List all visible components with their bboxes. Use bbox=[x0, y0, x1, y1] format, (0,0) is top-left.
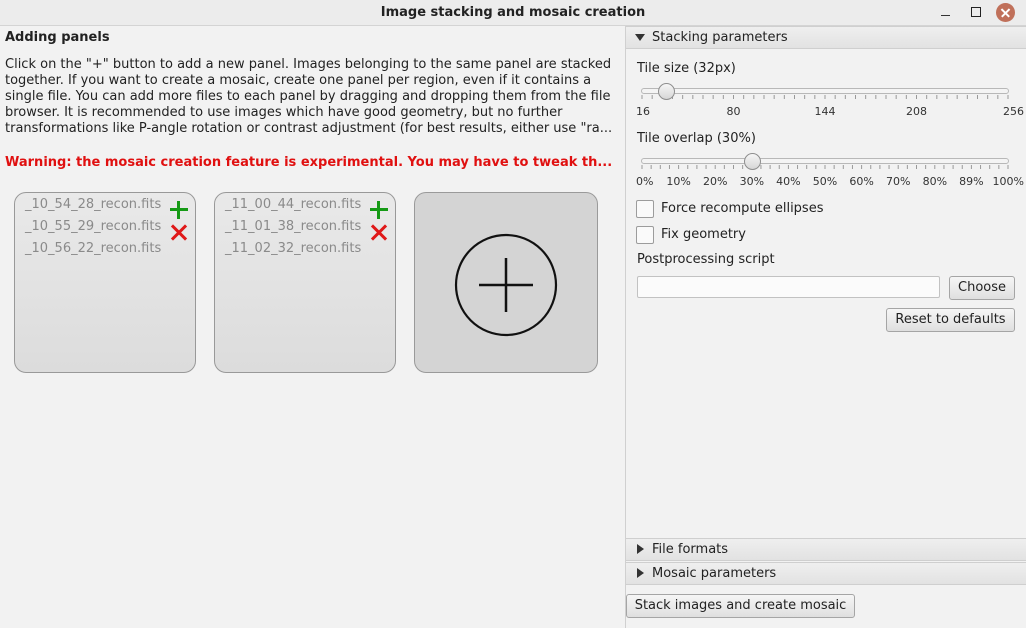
stack-images-button[interactable]: Stack images and create mosaic bbox=[626, 594, 855, 618]
parameters-pane: Stacking parameters Tile size (32px) 16 … bbox=[625, 26, 1026, 628]
tick-label: 0% bbox=[636, 175, 654, 188]
remove-panel-icon[interactable] bbox=[370, 224, 388, 242]
tick-label: 60% bbox=[849, 175, 874, 188]
tile-overlap-ticks bbox=[641, 165, 1009, 169]
postprocessing-script-input[interactable] bbox=[637, 276, 940, 298]
force-recompute-ellipses-label: Force recompute ellipses bbox=[661, 201, 824, 216]
description-text: Click on the "+" button to add a new pan… bbox=[5, 57, 613, 136]
tick-label: 40% bbox=[776, 175, 801, 188]
warning-text: Warning: the mosaic creation feature is … bbox=[5, 155, 613, 170]
file-item[interactable]: _11_01_38_recon.fits bbox=[225, 219, 361, 234]
close-button[interactable] bbox=[996, 3, 1015, 22]
tick-label: 80% bbox=[922, 175, 948, 188]
file-item[interactable]: _10_54_28_recon.fits bbox=[25, 197, 161, 212]
file-formats-label: File formats bbox=[652, 542, 729, 557]
mosaic-parameters-header[interactable]: Mosaic parameters bbox=[626, 562, 1026, 585]
tick-label: 208 bbox=[906, 105, 927, 118]
chevron-right-icon bbox=[637, 568, 644, 578]
window-title: Image stacking and mosaic creation bbox=[380, 5, 646, 20]
chevron-down-icon bbox=[635, 34, 645, 41]
add-file-icon[interactable] bbox=[170, 201, 188, 219]
postprocessing-script-label: Postprocessing script bbox=[637, 252, 775, 267]
stacking-parameters-label: Stacking parameters bbox=[652, 30, 788, 45]
tile-size-label: Tile size (32px) bbox=[637, 61, 736, 76]
reset-to-defaults-button[interactable]: Reset to defaults bbox=[886, 308, 1015, 332]
tick-label: 16 bbox=[636, 105, 650, 118]
tick-label: 256 bbox=[1003, 105, 1024, 118]
tick-label: 20% bbox=[702, 175, 728, 188]
tick-label: 50% bbox=[812, 175, 838, 188]
title-bar: Image stacking and mosaic creation bbox=[0, 0, 1026, 26]
image-panel-2[interactable]: _11_00_44_recon.fits _11_01_38_recon.fit… bbox=[214, 192, 396, 373]
tile-overlap-tick-labels: 0% 10% 20% 30% 40% 50% 60% 70% 80% 89% 1… bbox=[626, 175, 1026, 189]
mosaic-parameters-label: Mosaic parameters bbox=[652, 566, 777, 581]
new-panel-button[interactable] bbox=[414, 192, 598, 373]
tick-label: 30% bbox=[739, 175, 765, 188]
tick-label: 10% bbox=[666, 175, 691, 188]
file-item[interactable]: _11_00_44_recon.fits bbox=[225, 197, 361, 212]
tick-label: 100% bbox=[992, 175, 1024, 188]
remove-panel-icon[interactable] bbox=[170, 224, 188, 242]
chevron-right-icon bbox=[637, 544, 644, 554]
force-recompute-ellipses-checkbox[interactable] bbox=[636, 200, 654, 218]
tick-label: 70% bbox=[885, 175, 911, 188]
tick-label: 89% bbox=[959, 175, 984, 188]
file-formats-header[interactable]: File formats bbox=[626, 538, 1026, 561]
maximize-button[interactable] bbox=[967, 4, 985, 22]
tick-label: 80 bbox=[726, 105, 741, 118]
tile-size-ticks bbox=[641, 95, 1009, 99]
fix-geometry-checkbox[interactable] bbox=[636, 226, 654, 244]
tile-overlap-slider-thumb[interactable] bbox=[743, 153, 761, 170]
tick-label: 144 bbox=[814, 105, 836, 118]
fix-geometry-label: Fix geometry bbox=[661, 227, 746, 242]
tile-overlap-slider[interactable] bbox=[641, 158, 1009, 164]
image-panel-1[interactable]: _10_54_28_recon.fits _10_55_29_recon.fit… bbox=[14, 192, 196, 373]
circle-plus-icon bbox=[454, 233, 558, 337]
minimize-button[interactable] bbox=[937, 4, 955, 22]
choose-button[interactable]: Choose bbox=[949, 276, 1015, 300]
file-item[interactable]: _10_56_22_recon.fits bbox=[25, 241, 161, 256]
stacking-parameters-header[interactable]: Stacking parameters bbox=[626, 26, 1026, 49]
tile-size-slider[interactable] bbox=[641, 88, 1009, 94]
section-heading: Adding panels bbox=[5, 30, 110, 45]
adding-panels-pane: Adding panels Click on the "+" button to… bbox=[0, 26, 625, 628]
tile-size-tick-labels: 16 80 144 208 256 bbox=[626, 105, 1026, 119]
tile-overlap-label: Tile overlap (30%) bbox=[637, 131, 756, 146]
file-item[interactable]: _11_02_32_recon.fits bbox=[225, 241, 361, 256]
add-file-icon[interactable] bbox=[370, 201, 388, 219]
file-item[interactable]: _10_55_29_recon.fits bbox=[25, 219, 161, 234]
